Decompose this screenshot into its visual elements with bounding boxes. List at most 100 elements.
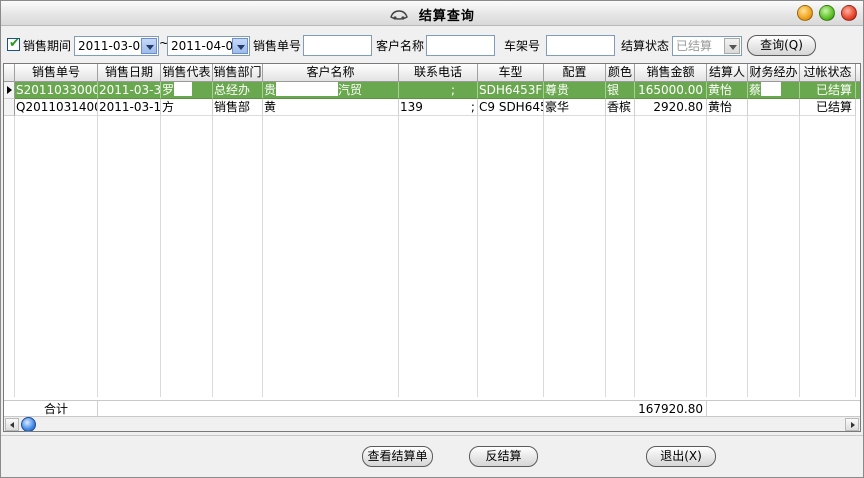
redaction-block xyxy=(174,82,193,96)
vin-label: 车架号 xyxy=(504,39,541,53)
redaction-block xyxy=(276,82,339,96)
status-value: 已结算 xyxy=(676,39,713,53)
col-header[interactable]: 结算人 xyxy=(707,64,748,82)
row-header-corner xyxy=(4,64,15,82)
cell-model[interactable]: C9 SDH6454M xyxy=(478,99,544,116)
cell-date[interactable]: 2011-03-14 xyxy=(98,99,161,116)
dropdown-arrow-icon[interactable] xyxy=(232,38,248,54)
cell-amount[interactable]: 2920.80 xyxy=(635,99,707,116)
col-header[interactable]: 销售单号 xyxy=(15,64,98,82)
grid-line xyxy=(14,82,15,397)
minimize-button[interactable] xyxy=(797,5,813,21)
cell-order-no[interactable]: Q201103140001 xyxy=(15,99,98,116)
cell-department[interactable]: 销售部 xyxy=(213,99,263,116)
cell-department[interactable]: 总经办 xyxy=(213,82,263,99)
grid-line xyxy=(634,82,635,397)
cell-config[interactable]: 尊贵 xyxy=(544,82,606,99)
grid-line xyxy=(97,82,98,397)
redaction-block xyxy=(761,82,782,96)
dropdown-arrow-icon[interactable] xyxy=(141,38,157,54)
grid-header: 销售单号 销售日期 销售代表 销售部门 客户名称 联系电话 车型 配置 颜色 销… xyxy=(4,64,860,82)
table-row[interactable]: S201103300002 2011-03-30 罗 总经办 贵 汽贸 ; SDH… xyxy=(4,82,860,99)
cell-color[interactable]: 香槟 xyxy=(606,99,635,116)
order-no-input[interactable] xyxy=(303,35,372,56)
col-header[interactable]: 销售代表 xyxy=(161,64,213,82)
scroll-right-icon[interactable] xyxy=(845,418,859,431)
app-icon xyxy=(390,9,408,20)
cell-config[interactable]: 豪华 xyxy=(544,99,606,116)
scroll-left-icon[interactable] xyxy=(5,418,19,431)
cell-text: 蔡 xyxy=(749,83,762,97)
period-checkbox[interactable]: ✔ xyxy=(7,36,20,51)
cell-customer[interactable]: 贵 汽贸 xyxy=(263,82,399,99)
grid-line xyxy=(706,82,707,397)
exit-button[interactable]: 退出(X) xyxy=(646,446,716,467)
col-header[interactable]: 财务经办 xyxy=(748,64,800,82)
col-header[interactable]: 配置 xyxy=(544,64,606,82)
filter-bar: ✔ 销售期间 2011-03-05 ~ 2011-04-04 销售单号 客户名称… xyxy=(1,28,863,62)
maximize-button[interactable] xyxy=(819,5,835,21)
col-header[interactable]: 过帐状态 xyxy=(800,64,856,82)
total-row: 合计 167920.80 xyxy=(4,400,860,418)
cell-finance[interactable]: 蔡 xyxy=(748,82,800,99)
settlement-query-window: 结算查询 ✔ 销售期间 2011-03-05 ~ 2011-04-04 销售单号… xyxy=(0,0,864,478)
date-from-value: 2011-03-05 xyxy=(78,39,148,53)
cell-customer[interactable]: 黄 xyxy=(263,99,399,116)
col-header[interactable]: 车型 xyxy=(478,64,544,82)
grid-line xyxy=(477,82,478,397)
cell-color[interactable]: 银 xyxy=(606,82,635,99)
cell-date[interactable]: 2011-03-30 xyxy=(98,82,161,99)
row-selector[interactable] xyxy=(4,99,15,116)
customer-label: 客户名称 xyxy=(376,39,425,53)
col-header[interactable]: 颜色 xyxy=(606,64,635,82)
date-from-picker[interactable]: 2011-03-05 xyxy=(74,36,159,56)
grid-line xyxy=(855,82,856,397)
col-header[interactable]: 联系电话 xyxy=(399,64,478,82)
redaction-block xyxy=(422,99,471,113)
vin-input[interactable] xyxy=(546,35,615,56)
status-select[interactable]: 已结算 xyxy=(672,36,742,56)
cell-text: 罗 xyxy=(162,83,175,97)
col-header[interactable]: 客户名称 xyxy=(263,64,399,82)
grid-line xyxy=(543,82,544,397)
cell-text: 贵 xyxy=(264,83,277,97)
customer-input[interactable] xyxy=(426,35,495,56)
cell-order-no[interactable]: S201103300002 xyxy=(15,82,98,99)
cell-phone[interactable]: ; xyxy=(399,82,478,99)
grid-line xyxy=(398,82,399,397)
view-settlement-button[interactable]: 查看结算单 xyxy=(362,446,433,467)
title-bar: 结算查询 xyxy=(1,1,863,26)
dropdown-arrow-icon[interactable] xyxy=(724,38,740,54)
cell-settler[interactable]: 黄怡 xyxy=(707,82,748,99)
row-selector[interactable] xyxy=(4,82,15,99)
date-to-picker[interactable]: 2011-04-04 xyxy=(167,36,250,56)
table-row[interactable]: Q201103140001 2011-03-14 方 销售部 黄 139; C9… xyxy=(4,99,860,116)
query-button[interactable]: 查询(Q) xyxy=(747,35,816,56)
cell-amount[interactable]: 165000.00 xyxy=(635,82,707,99)
scroll-thumb[interactable] xyxy=(21,417,36,431)
check-icon: ✔ xyxy=(9,36,20,51)
period-label: 销售期间 xyxy=(23,39,72,53)
cell-post-status[interactable]: 已结算 xyxy=(800,99,856,116)
cell-sales-rep[interactable]: 方 xyxy=(161,99,213,116)
cell-text: 139 xyxy=(400,100,423,114)
reverse-settlement-button[interactable]: 反结算 xyxy=(469,446,538,467)
cell-model[interactable]: SDH6453FM (2 xyxy=(478,82,544,99)
horizontal-scrollbar[interactable] xyxy=(4,416,860,431)
col-header[interactable]: 销售金额 xyxy=(635,64,707,82)
cell-post-status[interactable]: 已结算 xyxy=(800,82,856,99)
window-title: 结算查询 xyxy=(418,9,475,24)
grid-line xyxy=(160,82,161,397)
col-header[interactable]: 销售日期 xyxy=(98,64,161,82)
col-header[interactable]: 销售部门 xyxy=(213,64,263,82)
settlement-grid: 销售单号 销售日期 销售代表 销售部门 客户名称 联系电话 车型 配置 颜色 销… xyxy=(3,63,861,432)
grid-line xyxy=(262,82,263,397)
cell-phone[interactable]: 139; xyxy=(399,99,478,116)
cell-settler[interactable]: 黄怡 xyxy=(707,99,748,116)
close-button[interactable] xyxy=(841,5,857,21)
cell-sales-rep[interactable]: 罗 xyxy=(161,82,213,99)
order-no-label: 销售单号 xyxy=(253,39,302,53)
cell-finance[interactable] xyxy=(748,99,800,116)
cell-text: ; xyxy=(470,100,475,114)
status-label: 结算状态 xyxy=(621,39,670,53)
